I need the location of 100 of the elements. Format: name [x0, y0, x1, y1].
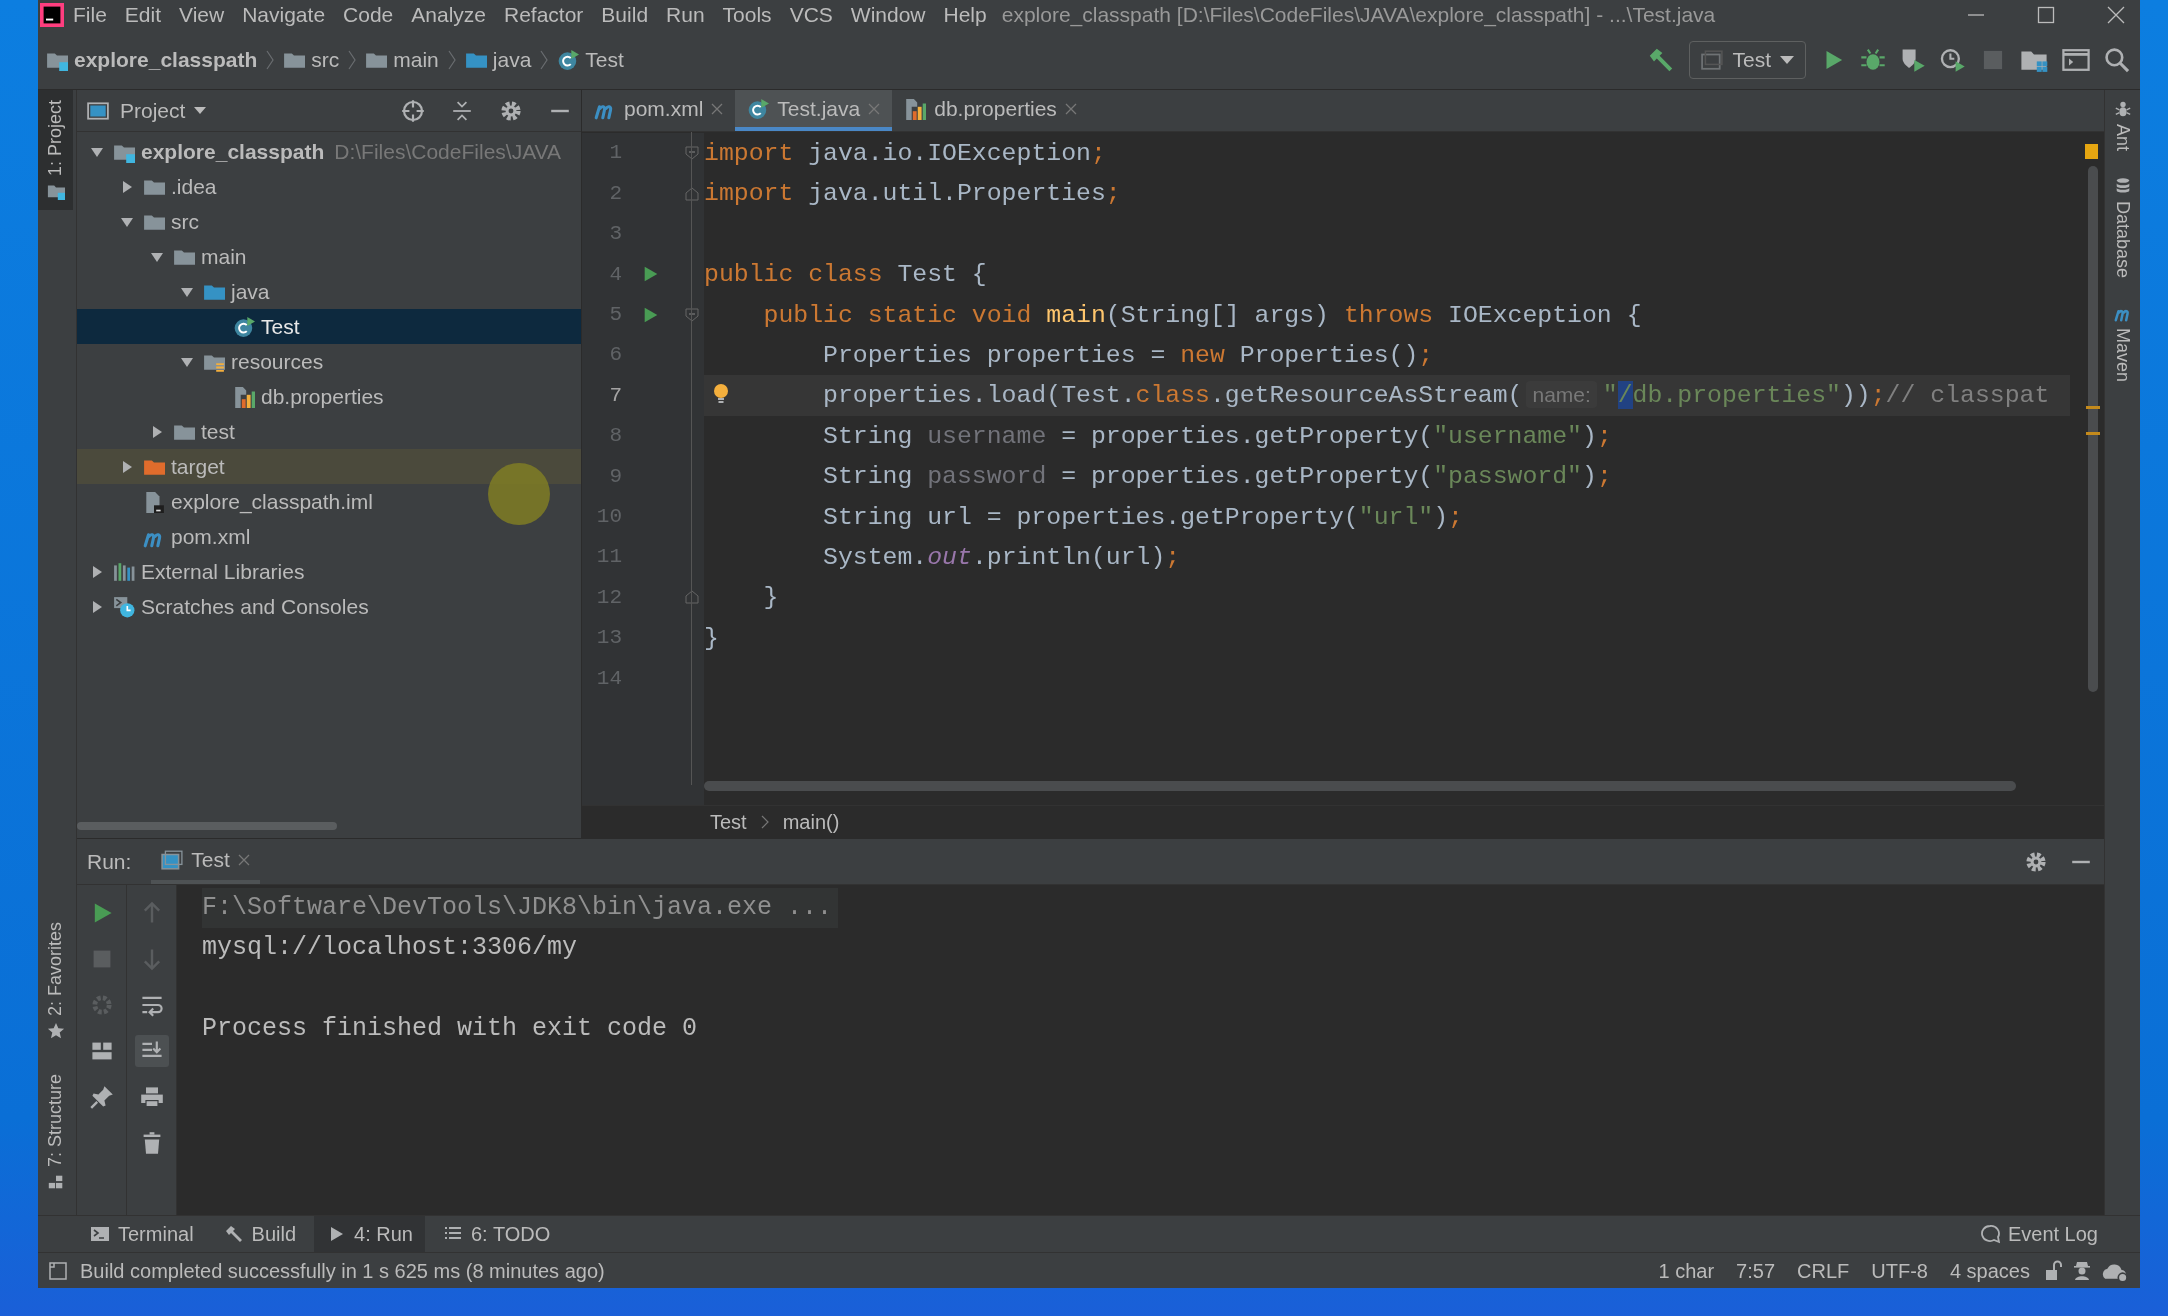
- tree-item[interactable]: Test: [77, 309, 581, 344]
- blocks-icon: [46, 1173, 65, 1191]
- tool-window-button[interactable]: 1: Project: [38, 90, 73, 211]
- tool-tab[interactable]: Terminal: [78, 1216, 206, 1252]
- tree-item[interactable]: .idea: [77, 169, 217, 204]
- code-line: System.out.println(url);: [822, 541, 1181, 573]
- terminal-icon: [90, 1224, 110, 1244]
- status-item[interactable]: CRLF: [1789, 1255, 1858, 1286]
- chart-file-icon: [904, 97, 927, 120]
- scrollbar[interactable]: [2088, 166, 2098, 692]
- code-line: import java.io.IOException;: [704, 138, 1106, 169]
- tree-item[interactable]: java: [77, 274, 270, 309]
- menu-item[interactable]: Refactor: [495, 0, 593, 31]
- code-line: String url = properties.getProperty("url");: [822, 501, 1463, 533]
- window-title: explore_classpath [D:\Files\CodeFiles\JAVA\explore_classpath] - ...\Test.java: [1001, 2, 1716, 29]
- unlock-icon[interactable]: [2044, 1259, 2064, 1282]
- menu-item[interactable]: Build: [592, 0, 658, 31]
- breadcrumb-item[interactable]: explore_classpath: [46, 43, 258, 76]
- tool-tab[interactable]: Build: [211, 1216, 309, 1252]
- tree-item[interactable]: pom.xml: [77, 519, 251, 554]
- debug-icon[interactable]: [1860, 46, 1886, 73]
- menu-item[interactable]: Help: [934, 0, 996, 31]
- run-configuration-dropdown[interactable]: Test: [1689, 40, 1806, 79]
- collapsed-arrow-icon[interactable]: [120, 459, 134, 474]
- tree-item[interactable]: resources: [77, 344, 324, 379]
- scrollbar[interactable]: [77, 822, 337, 830]
- tree-item[interactable]: External Libraries: [77, 554, 305, 589]
- status-item[interactable]: UTF-8: [1863, 1255, 1936, 1286]
- breadcrumb-item[interactable]: src: [283, 43, 340, 76]
- chevron-icon: [347, 48, 358, 71]
- search-icon[interactable]: [2104, 46, 2130, 73]
- code-line: }: [762, 582, 779, 614]
- collapsed-arrow-icon[interactable]: [90, 564, 104, 579]
- chevron-icon: [760, 815, 769, 829]
- ant-icon: [2113, 100, 2132, 118]
- tree-item[interactable]: main: [77, 239, 247, 274]
- code-line: public class Test {: [704, 259, 987, 291]
- pin-icon[interactable]: [89, 1085, 114, 1109]
- tree-item[interactable]: src: [77, 204, 199, 239]
- breadcrumb-item[interactable]: Test: [557, 43, 624, 76]
- class-icon: [233, 315, 255, 338]
- editor-tab[interactable]: pom.xml: [582, 90, 736, 131]
- code-line: String password = properties.getProperty("password");: [822, 461, 1612, 493]
- menu-item[interactable]: File: [64, 0, 116, 31]
- breadcrumb-item[interactable]: main: [365, 43, 439, 76]
- tool-window-button[interactable]: Database: [2105, 173, 2140, 283]
- menu-item[interactable]: View: [170, 0, 234, 31]
- status-item[interactable]: 7:57: [1728, 1255, 1784, 1286]
- chevron-icon: [265, 48, 276, 71]
- crosshair-icon[interactable]: [401, 98, 425, 123]
- code-line: String username = properties.getProperty("username");: [822, 420, 1612, 452]
- tool-window-button[interactable]: 2: Favorites: [38, 911, 73, 1050]
- breadcrumb-item[interactable]: Test: [710, 807, 747, 837]
- print-icon[interactable]: [139, 1085, 164, 1109]
- menu-item[interactable]: VCS: [780, 0, 842, 31]
- collapsed-arrow-icon[interactable]: [150, 424, 164, 439]
- window-icon: [161, 848, 184, 871]
- editor-tab[interactable]: db.properties: [892, 90, 1089, 131]
- panel-toggle-icon[interactable]: [48, 1260, 68, 1281]
- collapsed-arrow-icon[interactable]: [120, 179, 134, 194]
- menu-item[interactable]: Run: [657, 0, 714, 31]
- menu-item[interactable]: Navigate: [233, 0, 335, 31]
- editor-tab[interactable]: Test.java: [735, 90, 893, 131]
- warning-marker[interactable]: [2085, 144, 2098, 159]
- panel-icon: [87, 99, 109, 122]
- breadcrumb-item[interactable]: main(): [782, 807, 840, 837]
- close-icon[interactable]: [2106, 5, 2126, 25]
- clock-icon[interactable]: [1940, 46, 1966, 73]
- tree-item[interactable]: Scratches and Consoles: [77, 589, 369, 624]
- tool-window-button[interactable]: Maven: [2105, 300, 2140, 387]
- menu-item[interactable]: Code: [334, 0, 403, 31]
- tree-item[interactable]: explore_classpath D:\Files\CodeFiles\JAVA: [77, 134, 562, 169]
- file-icon: [143, 490, 165, 513]
- caret-icon: [1779, 53, 1795, 66]
- chevron-icon: [446, 48, 457, 71]
- tool-window-button[interactable]: Ant: [2105, 96, 2140, 156]
- caret-icon: [193, 105, 208, 116]
- collapsed-arrow-icon[interactable]: [90, 599, 104, 614]
- menu-item[interactable]: Tools: [713, 0, 781, 31]
- breadcrumb-item[interactable]: java: [464, 43, 532, 76]
- tree-item[interactable]: test: [77, 414, 235, 449]
- status-item[interactable]: 1 char: [1650, 1255, 1723, 1286]
- chart-file-icon: [233, 385, 255, 408]
- console-line: Process finished with exit code 0: [202, 1013, 698, 1046]
- event-log-button[interactable]: Event Log: [1967, 1216, 2110, 1252]
- scrollbar[interactable]: [704, 781, 2016, 791]
- console-line: mysql://localhost:3306/my: [202, 932, 578, 965]
- tool-tab[interactable]: 4: Run: [314, 1216, 425, 1252]
- tree-item[interactable]: explore_classpath.iml: [77, 484, 373, 519]
- tree-item[interactable]: db.properties: [77, 379, 384, 414]
- collapse-icon[interactable]: [451, 99, 473, 122]
- menu-item[interactable]: Window: [841, 0, 935, 31]
- view-dropdown[interactable]: Project: [119, 93, 209, 128]
- maximize-icon[interactable]: [2036, 5, 2056, 25]
- class-icon: [557, 48, 580, 71]
- menu-item[interactable]: Edit: [115, 0, 171, 31]
- tool-tab[interactable]: 6: TODO: [431, 1216, 563, 1252]
- status-item[interactable]: 4 spaces: [1941, 1255, 2038, 1286]
- tool-window-button[interactable]: 7: Structure: [38, 1063, 73, 1201]
- menu-item[interactable]: Analyze: [402, 0, 495, 31]
